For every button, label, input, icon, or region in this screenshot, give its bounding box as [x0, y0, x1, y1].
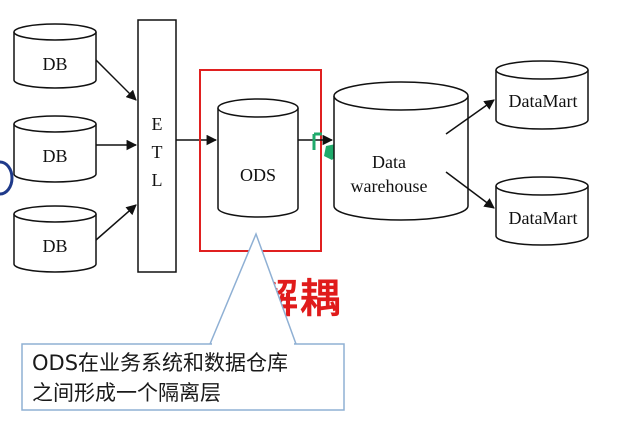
- etl-letter-e: E: [152, 114, 163, 134]
- ods-architecture-diagram: DB DB DB E T L ODS Data warehouse DataMa…: [0, 19, 589, 411]
- source-db-2: DB: [13, 115, 97, 183]
- warehouse-label-line1: Data: [372, 152, 406, 172]
- datamart-1: DataMart: [495, 60, 589, 130]
- data-warehouse: Data warehouse: [333, 81, 469, 221]
- etl-letter-t: T: [152, 142, 163, 162]
- etl-block: E T L: [137, 19, 177, 273]
- arrow-db3-to-etl: [95, 204, 137, 241]
- warehouse-label-line2: warehouse: [351, 176, 428, 196]
- source-db-3: DB: [13, 205, 97, 273]
- source-db-2-label: DB: [42, 146, 67, 166]
- datamart-1-label: DataMart: [509, 91, 578, 111]
- callout-line-1: ODS在业务系统和数据仓库: [32, 351, 288, 375]
- source-db-1: DB: [13, 23, 97, 89]
- arrow-db1-to-etl: [95, 59, 137, 101]
- source-db-1-label: DB: [42, 54, 67, 74]
- etl-letter-l: L: [152, 170, 163, 190]
- ods-label: ODS: [240, 165, 276, 185]
- edge-ring-fragment: [0, 160, 14, 196]
- source-db-3-label: DB: [42, 236, 67, 256]
- callout-line-2: 之间形成一个隔离层: [32, 381, 221, 405]
- datamart-2: DataMart: [495, 176, 589, 246]
- ods-store: ODS: [217, 98, 299, 218]
- datamart-2-label: DataMart: [509, 208, 578, 228]
